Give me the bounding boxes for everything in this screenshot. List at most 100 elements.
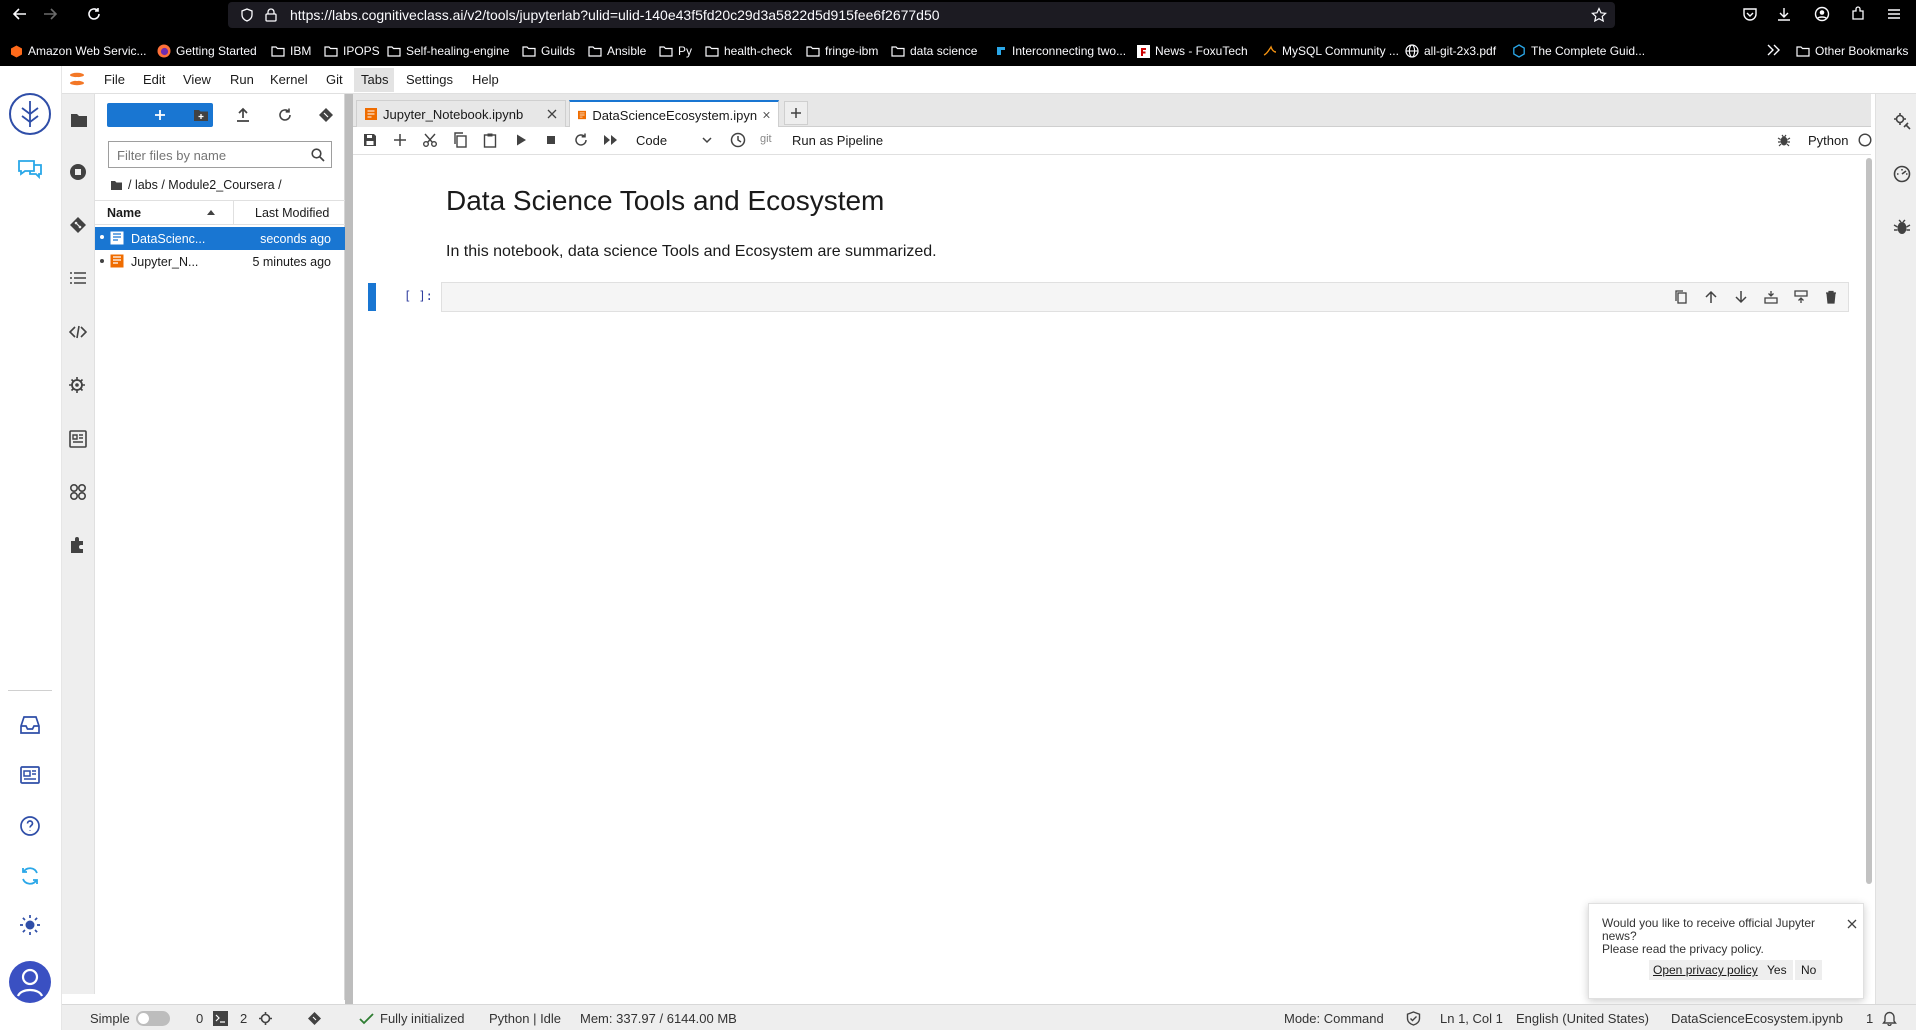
file-browser-icon[interactable] xyxy=(70,112,88,128)
run-as-pipeline-button[interactable]: Run as Pipeline xyxy=(792,133,883,148)
notebook-scrollbar[interactable] xyxy=(1866,158,1872,884)
close-tab-icon[interactable] xyxy=(763,110,770,120)
run-cell-icon[interactable] xyxy=(513,132,529,148)
bookmark-interconnecting[interactable]: Interconnecting two... xyxy=(995,42,1126,60)
app-menu-icon[interactable] xyxy=(1886,6,1902,22)
file-row-jupyter-notebook[interactable]: Jupyter_N... 5 minutes ago xyxy=(95,250,345,273)
notification-bell-icon[interactable] xyxy=(1882,1010,1897,1026)
resource-gauge-icon[interactable] xyxy=(1893,165,1911,183)
restart-kernel-icon[interactable] xyxy=(573,132,589,148)
simple-mode-toggle[interactable] xyxy=(136,1011,170,1026)
more-bookmarks-icon[interactable] xyxy=(1766,43,1782,57)
paste-icon[interactable] xyxy=(482,132,498,148)
debugger-panel-icon[interactable] xyxy=(1893,218,1911,236)
language-indicator[interactable]: English (United States) xyxy=(1516,1011,1649,1026)
pocket-icon[interactable] xyxy=(1742,6,1758,22)
column-modified-header[interactable]: Last Modified xyxy=(255,206,329,220)
menu-file[interactable]: File xyxy=(104,72,125,87)
components-icon[interactable] xyxy=(69,483,87,501)
reload-icon[interactable] xyxy=(86,6,102,22)
theme-sun-icon[interactable] xyxy=(19,914,41,936)
shield-icon[interactable] xyxy=(240,8,254,22)
lock-icon[interactable] xyxy=(264,8,278,22)
inbox-icon[interactable] xyxy=(19,715,41,735)
cut-icon[interactable] xyxy=(422,132,438,148)
running-sessions-icon[interactable] xyxy=(69,163,87,181)
copy-icon[interactable] xyxy=(452,132,468,148)
bookmark-data-science[interactable]: data science xyxy=(891,42,977,60)
bookmark-star-icon[interactable] xyxy=(1591,7,1607,23)
git-icon[interactable] xyxy=(69,216,87,234)
downloads-icon[interactable] xyxy=(1776,6,1792,22)
account-icon[interactable] xyxy=(1814,6,1830,22)
save-icon[interactable] xyxy=(362,132,378,148)
insert-cell-icon[interactable] xyxy=(392,132,408,148)
filter-files-input[interactable]: Filter files by name xyxy=(108,141,332,168)
bookmark-ansible[interactable]: Ansible xyxy=(588,42,646,60)
cognitiveclass-logo-icon[interactable] xyxy=(8,92,52,136)
bookmark-aws[interactable]: Amazon Web Servic... xyxy=(10,42,147,60)
extensions-icon[interactable] xyxy=(1850,6,1866,22)
move-down-icon[interactable] xyxy=(1734,290,1748,304)
sort-ascending-icon[interactable] xyxy=(207,210,215,215)
chat-icon[interactable] xyxy=(16,158,44,180)
bookmark-mysql[interactable]: MySQL Community ... xyxy=(1263,42,1399,60)
terminal-count[interactable]: 0 xyxy=(196,1011,203,1026)
delete-cell-icon[interactable] xyxy=(1824,290,1838,304)
trusted-shield-icon[interactable] xyxy=(1406,1011,1421,1026)
history-clock-icon[interactable] xyxy=(730,132,746,148)
menu-run[interactable]: Run xyxy=(230,72,254,87)
bookmark-getting-started[interactable]: Getting Started xyxy=(157,42,257,60)
lsp-status[interactable]: Fully initialized xyxy=(380,1011,465,1026)
insert-above-icon[interactable] xyxy=(1764,290,1778,304)
tab-datascience-ecosystem[interactable]: DataScienceEcosystem.ipyn xyxy=(569,100,779,128)
cursor-position[interactable]: Ln 1, Col 1 xyxy=(1440,1011,1503,1026)
bookmark-foxutech[interactable]: News - FoxuTech xyxy=(1137,42,1248,60)
duplicate-cell-icon[interactable] xyxy=(1674,290,1688,304)
move-up-icon[interactable] xyxy=(1704,290,1718,304)
menu-git[interactable]: Git xyxy=(326,72,343,87)
git-status-icon[interactable] xyxy=(307,1011,322,1026)
insert-below-icon[interactable] xyxy=(1794,290,1808,304)
bookmark-all-git[interactable]: all-git-2x3.pdf xyxy=(1405,42,1496,60)
forward-icon[interactable] xyxy=(42,6,58,22)
git-clone-icon[interactable] xyxy=(318,107,334,123)
extension-manager-icon[interactable] xyxy=(69,536,87,554)
property-inspector-icon[interactable] xyxy=(69,430,87,448)
bookmark-guilds[interactable]: Guilds xyxy=(522,42,575,60)
git-diff-button[interactable]: git xyxy=(760,133,772,145)
column-name-header[interactable]: Name xyxy=(107,206,141,220)
cell-type-select[interactable]: Code xyxy=(636,131,714,151)
notification-count[interactable]: 1 xyxy=(1866,1011,1873,1026)
open-privacy-policy-button[interactable]: Open privacy policy xyxy=(1649,960,1762,980)
bookmark-complete-guide[interactable]: The Complete Guid... xyxy=(1512,42,1645,60)
bookmark-fringe-ibm[interactable]: fringe-ibm xyxy=(806,42,878,60)
menu-tabs[interactable]: Tabs xyxy=(361,72,388,87)
close-tab-icon[interactable] xyxy=(547,109,557,119)
property-inspector-gear-icon[interactable] xyxy=(1893,112,1911,130)
sync-icon[interactable] xyxy=(19,865,41,887)
new-folder-icon[interactable] xyxy=(193,108,209,122)
bookmark-py[interactable]: Py xyxy=(659,42,692,60)
panel-splitter[interactable] xyxy=(345,94,353,1004)
menu-edit[interactable]: Edit xyxy=(143,72,165,87)
breadcrumb-path[interactable]: / labs / Module2_Coursera / xyxy=(128,178,282,192)
user-avatar-icon[interactable] xyxy=(8,960,52,1004)
news-icon[interactable] xyxy=(19,765,41,785)
kernel-count[interactable]: 2 xyxy=(240,1011,247,1026)
address-bar[interactable]: https://labs.cognitiveclass.ai/v2/tools/… xyxy=(228,2,1615,28)
menu-kernel[interactable]: Kernel xyxy=(270,72,308,87)
kernel-status[interactable]: Python | Idle xyxy=(489,1011,561,1026)
kernel-gear-icon[interactable] xyxy=(258,1011,273,1026)
help-icon[interactable] xyxy=(19,815,41,837)
menu-view[interactable]: View xyxy=(183,72,211,87)
file-row-datascience[interactable]: DataScienc... seconds ago xyxy=(95,227,345,250)
refresh-icon[interactable] xyxy=(277,107,293,123)
debugger-bug-icon[interactable] xyxy=(1777,133,1791,147)
new-tab-button[interactable] xyxy=(784,101,808,125)
menu-settings[interactable]: Settings xyxy=(406,72,453,87)
no-button[interactable]: No xyxy=(1795,960,1823,980)
back-icon[interactable] xyxy=(12,6,28,22)
bookmark-self-healing[interactable]: Self-healing-engine xyxy=(387,42,509,60)
terminal-icon[interactable] xyxy=(213,1011,228,1026)
